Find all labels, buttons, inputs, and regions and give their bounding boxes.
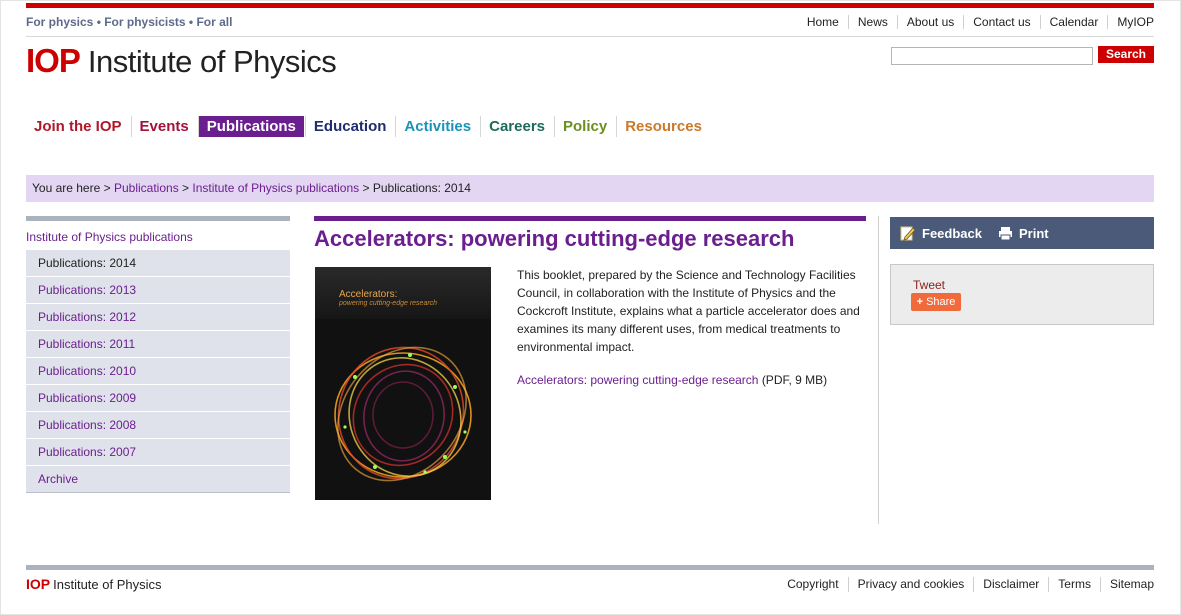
footer-top-bar (26, 565, 1154, 570)
content-top-bar (314, 216, 866, 221)
sidebar-item-2008[interactable]: Publications: 2008 (26, 411, 290, 438)
share-label: Share (926, 296, 956, 308)
nav-join[interactable]: Join the IOP (26, 116, 130, 137)
column-divider (878, 216, 879, 524)
feedback-button[interactable]: Feedback (900, 217, 982, 249)
social-share-box: Tweet + Share (890, 264, 1154, 325)
top-accent-bar (26, 3, 1154, 8)
sidebar-item-2013[interactable]: Publications: 2013 (26, 276, 290, 303)
nav-policy[interactable]: Policy (554, 116, 615, 137)
breadcrumb-publications[interactable]: Publications (114, 181, 179, 195)
sidebar-title-link[interactable]: Institute of Physics publications (26, 230, 193, 244)
print-button[interactable]: Print (998, 217, 1049, 249)
footer-logo[interactable]: IOP Institute of Physics (26, 576, 162, 592)
logo-name: Institute of Physics (87, 44, 337, 79)
nav-publications[interactable]: Publications (197, 116, 304, 137)
nav-contact-link[interactable]: Contact us (963, 15, 1039, 29)
search-button[interactable]: Search (1098, 46, 1154, 63)
feedback-label: Feedback (922, 225, 982, 241)
breadcrumb-separator: > (362, 181, 370, 195)
print-label: Print (1019, 225, 1049, 241)
page-title: Accelerators: powering cutting-edge rese… (314, 226, 795, 251)
sidebar-item-2007[interactable]: Publications: 2007 (26, 438, 290, 465)
plus-icon: + (916, 296, 923, 308)
footer-logo-name: Institute of Physics (53, 577, 162, 592)
nav-myiop-link[interactable]: MyIOP (1107, 15, 1154, 29)
footer-terms-link[interactable]: Terms (1048, 577, 1100, 592)
pdf-download-link[interactable]: Accelerators: powering cutting-edge rese… (517, 373, 758, 387)
tweet-link[interactable]: Tweet (913, 278, 945, 292)
header-divider (26, 36, 1154, 37)
nav-about-link[interactable]: About us (896, 15, 963, 29)
tagline: For physics • For physicists • For all (26, 15, 233, 29)
sidebar-item-2012[interactable]: Publications: 2012 (26, 303, 290, 330)
nav-calendar-link[interactable]: Calendar (1039, 15, 1108, 29)
page-tools-bar: Feedback Print (890, 217, 1154, 249)
nav-events[interactable]: Events (130, 116, 197, 137)
logo-short: IOP (26, 42, 81, 79)
utility-nav: Home News About us Contact us Calendar M… (798, 15, 1154, 29)
footer-sitemap-link[interactable]: Sitemap (1099, 577, 1154, 592)
sidebar-item-2014[interactable]: Publications: 2014 (26, 249, 290, 276)
footer-copyright-link[interactable]: Copyright (778, 577, 847, 592)
search-input[interactable] (891, 47, 1093, 65)
sidebar-item-archive[interactable]: Archive (26, 465, 290, 493)
iop-logo[interactable]: IOP Institute of Physics (26, 42, 337, 80)
sidebar-item-2011[interactable]: Publications: 2011 (26, 330, 290, 357)
sidebar-item-2009[interactable]: Publications: 2009 (26, 384, 290, 411)
footer-privacy-link[interactable]: Privacy and cookies (847, 577, 974, 592)
sidebar-list: Publications: 2014 Publications: 2013 Pu… (26, 249, 290, 493)
nav-education[interactable]: Education (304, 116, 395, 137)
nav-resources[interactable]: Resources (616, 116, 710, 137)
breadcrumb-separator: > (103, 181, 111, 195)
sidebar-top-bar (26, 216, 290, 221)
breadcrumb-separator: > (182, 181, 190, 195)
printer-icon (999, 226, 1012, 240)
footer-logo-short: IOP (26, 576, 51, 592)
share-button[interactable]: + Share (911, 293, 961, 311)
sidebar-item-2010[interactable]: Publications: 2010 (26, 357, 290, 384)
footer-nav: Copyright Privacy and cookies Disclaimer… (778, 577, 1154, 592)
nav-news-link[interactable]: News (847, 15, 897, 29)
main-nav: Join the IOP Events Publications Educati… (26, 116, 711, 137)
pdf-download-line: Accelerators: powering cutting-edge rese… (517, 373, 827, 387)
nav-activities[interactable]: Activities (395, 116, 479, 137)
breadcrumb-current: Publications: 2014 (372, 181, 471, 195)
accelerator-rings-graphic (334, 346, 472, 482)
breadcrumb: You are here > Publications > Institute … (26, 175, 1154, 202)
nav-careers[interactable]: Careers (480, 116, 553, 137)
breadcrumb-prefix: You are here (32, 181, 101, 195)
pencil-note-icon (900, 226, 916, 241)
breadcrumb-iop-publications[interactable]: Institute of Physics publications (192, 181, 359, 195)
nav-home-link[interactable]: Home (798, 15, 848, 29)
pdf-meta: (PDF, 9 MB) (761, 373, 828, 387)
footer-disclaimer-link[interactable]: Disclaimer (973, 577, 1048, 592)
booklet-description: This booklet, prepared by the Science an… (517, 268, 860, 354)
booklet-cover-image[interactable]: Accelerators: powering cutting-edge rese… (315, 267, 491, 500)
